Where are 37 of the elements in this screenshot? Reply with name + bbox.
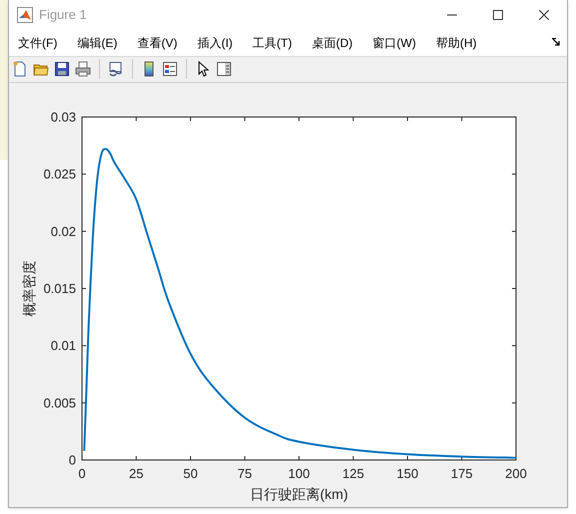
x-tick-label: 125 [342, 466, 364, 481]
menu-item[interactable]: 插入(I) [194, 34, 236, 52]
property-panel-icon[interactable] [216, 61, 232, 78]
x-tick-label: 100 [288, 466, 310, 481]
save-icon[interactable] [54, 61, 70, 78]
x-tick-label: 75 [238, 466, 252, 481]
linked-plot-icon[interactable] [108, 61, 124, 78]
printer-icon[interactable] [75, 61, 91, 78]
x-tick-label: 50 [183, 466, 198, 481]
menu-item[interactable]: 工具(T) [250, 34, 295, 52]
x-tick-label: 150 [396, 466, 418, 481]
menu-item[interactable]: 文件(F) [15, 34, 60, 52]
dock-arrow-icon[interactable] [552, 38, 561, 48]
x-axis-label: 日行驶距离(km) [250, 486, 348, 502]
x-tick-label: 25 [129, 466, 144, 481]
y-tick-label: 0.03 [50, 110, 76, 124]
menu-item[interactable]: 查看(V) [134, 34, 180, 52]
new-file-icon[interactable] [12, 61, 28, 78]
window-title: Figure 1 [39, 6, 87, 24]
y-axis-label: 概率密度 [21, 260, 37, 316]
x-tick-label: 200 [505, 466, 527, 481]
close-icon [539, 10, 549, 20]
y-tick-label: 0.025 [43, 166, 76, 182]
maximize-icon [493, 10, 503, 20]
menu-item[interactable]: 桌面(D) [308, 34, 356, 52]
y-tick-label: 0.015 [43, 281, 76, 296]
legend-icon[interactable] [162, 61, 178, 78]
y-tick-label: 0.005 [43, 395, 76, 410]
y-tick-label: 0 [68, 452, 76, 468]
x-tick-label: 175 [450, 466, 473, 481]
app-logo-icon [17, 7, 33, 23]
y-tick-label: 0.02 [50, 224, 76, 239]
menu-item[interactable]: 窗口(W) [370, 34, 419, 52]
menu-item[interactable]: 编辑(E) [74, 34, 120, 52]
menu-item[interactable]: 帮助(H) [432, 34, 480, 52]
y-tick-label: 0.01 [50, 338, 76, 354]
x-tick-label: 0 [78, 466, 86, 481]
